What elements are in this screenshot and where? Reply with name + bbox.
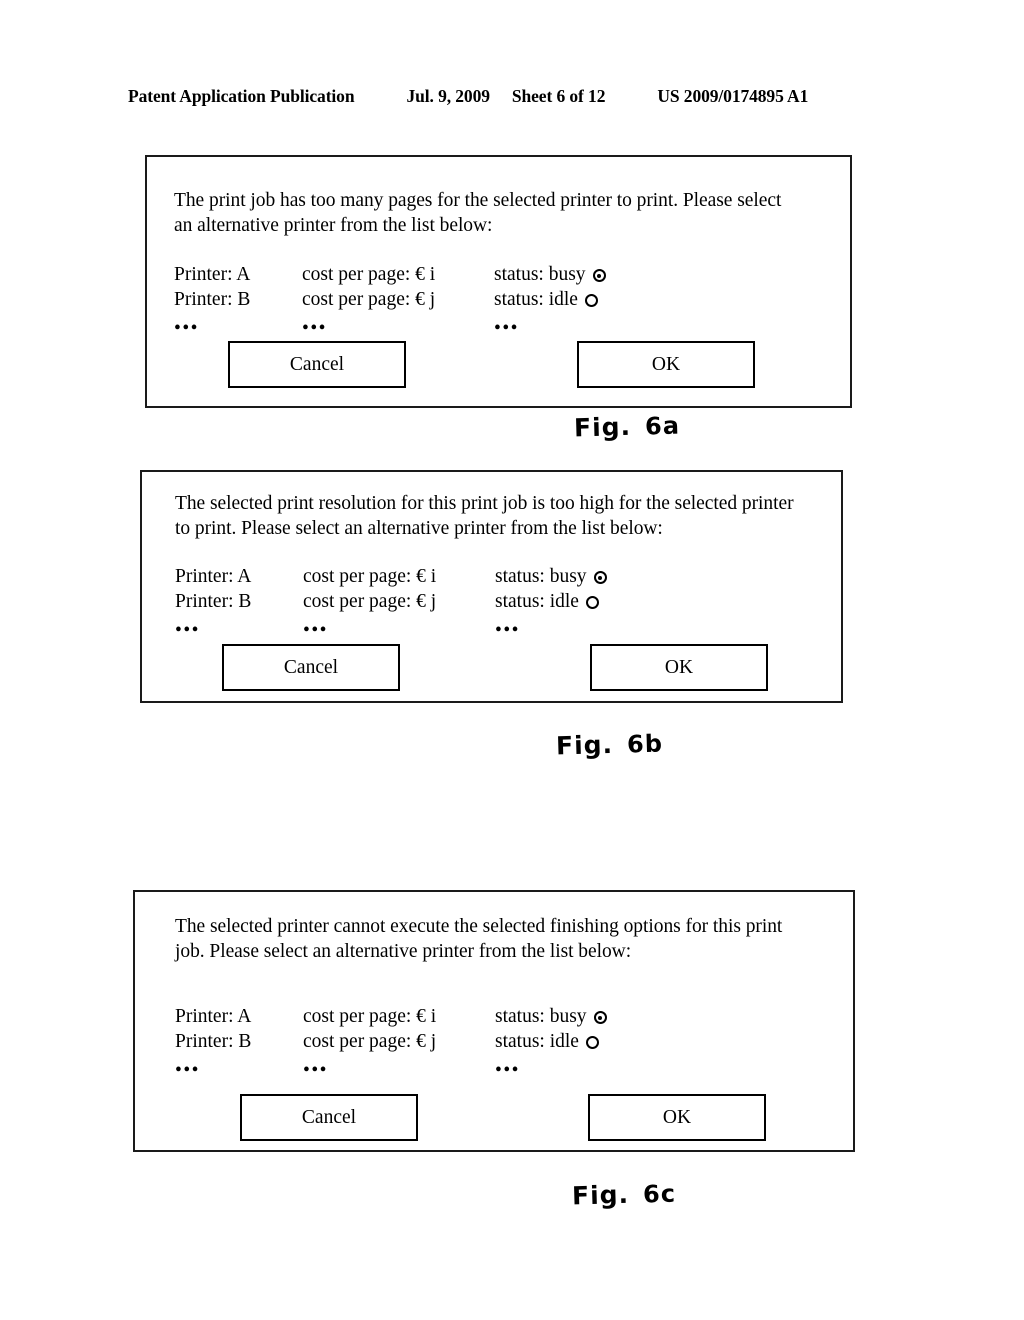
printer-cost: cost per page: € j [303,1031,437,1052]
dialog-resolution-too-high: The selected print resolution for this p… [140,470,843,703]
printer-list: Printer: A cost per page: € i status: bu… [175,564,675,643]
printer-status: status: idle [495,589,675,614]
printer-cost: cost per page: € i [302,264,436,285]
ellipsis: ••• [174,318,199,339]
publication-date: Jul. 9, 2009 [406,86,490,106]
figure-caption-6b: Fig. 6b [556,729,664,761]
printer-row[interactable]: Printer: B cost per page: € j status: id… [175,589,675,614]
ellipsis: ••• [303,620,328,641]
printer-cost: cost per page: € j [302,289,436,310]
printer-status-text: status: busy [494,264,586,285]
printer-name: Printer: B [175,1031,252,1052]
ellipsis: ••• [303,1060,328,1081]
figure-number: 6b [626,729,664,759]
idle-icon [585,596,599,610]
idle-icon [585,1036,599,1050]
ellipsis: ••• [302,318,327,339]
printer-cost: cost per page: € i [303,1006,437,1027]
printer-list: Printer: A cost per page: € i status: bu… [174,262,674,341]
busy-icon [593,1011,607,1025]
printer-name: Printer: A [175,566,252,587]
printer-row[interactable]: Printer: B cost per page: € j status: id… [174,287,674,312]
printer-status-text: status: busy [495,566,587,587]
busy-icon [592,269,606,283]
dialog-too-many-pages: The print job has too many pages for the… [145,155,852,408]
figure-caption-6a: Fig. 6a [574,411,681,443]
printer-name: Printer: B [175,591,252,612]
figure-label: Fig. [555,729,614,761]
dialog-finishing-options: The selected printer cannot execute the … [133,890,855,1152]
ellipsis: ••• [494,318,519,339]
printer-status: status: idle [494,287,674,312]
printer-row[interactable]: Printer: A cost per page: € i status: bu… [175,1004,675,1029]
figure-caption-6c: Fig. 6c [572,1179,677,1211]
dialog-message: The selected print resolution for this p… [175,493,794,539]
ellipsis: ••• [175,1060,200,1081]
idle-icon [584,294,598,308]
printer-row[interactable]: Printer: A cost per page: € i status: bu… [175,564,675,589]
dialog-message: The print job has too many pages for the… [174,190,782,236]
cancel-button[interactable]: Cancel [228,341,406,388]
printer-list-ellipsis-row: ••• ••• ••• [175,618,675,643]
printer-list: Printer: A cost per page: € i status: bu… [175,1004,675,1083]
printer-cost: cost per page: € j [303,591,437,612]
printer-status-text: status: idle [495,1031,579,1052]
printer-status: status: idle [495,1029,675,1054]
printer-status-text: status: idle [495,591,579,612]
page-header: Patent Application Publication Jul. 9, 2… [128,86,890,112]
figure-number: 6c [642,1179,677,1209]
ellipsis: ••• [175,620,200,641]
dialog-message: The selected printer cannot execute the … [175,916,783,962]
figure-label: Fig. [573,411,632,443]
printer-row[interactable]: Printer: B cost per page: € j status: id… [175,1029,675,1054]
busy-icon [593,571,607,585]
printer-cost: cost per page: € i [303,566,437,587]
ok-button[interactable]: OK [577,341,755,388]
cancel-button[interactable]: Cancel [240,1094,418,1141]
printer-status: status: busy [495,564,675,589]
ok-button[interactable]: OK [588,1094,766,1141]
printer-list-ellipsis-row: ••• ••• ••• [174,316,674,341]
printer-status: status: busy [495,1004,675,1029]
cancel-button[interactable]: Cancel [222,644,400,691]
printer-name: Printer: B [174,289,251,310]
printer-name: Printer: A [175,1006,252,1027]
sheet-number: Sheet 6 of 12 [511,86,606,106]
ellipsis: ••• [495,1060,520,1081]
printer-name: Printer: A [174,264,251,285]
printer-status-text: status: idle [494,289,578,310]
publication-title: Patent Application Publication [128,86,355,106]
printer-status-text: status: busy [495,1006,587,1027]
ok-button[interactable]: OK [590,644,768,691]
figure-number: 6a [644,411,681,441]
printer-row[interactable]: Printer: A cost per page: € i status: bu… [174,262,674,287]
figure-label: Fig. [571,1179,630,1211]
ellipsis: ••• [495,620,520,641]
printer-list-ellipsis-row: ••• ••• ••• [175,1058,675,1083]
printer-status: status: busy [494,262,674,287]
patent-number: US 2009/0174895 A1 [657,86,809,106]
